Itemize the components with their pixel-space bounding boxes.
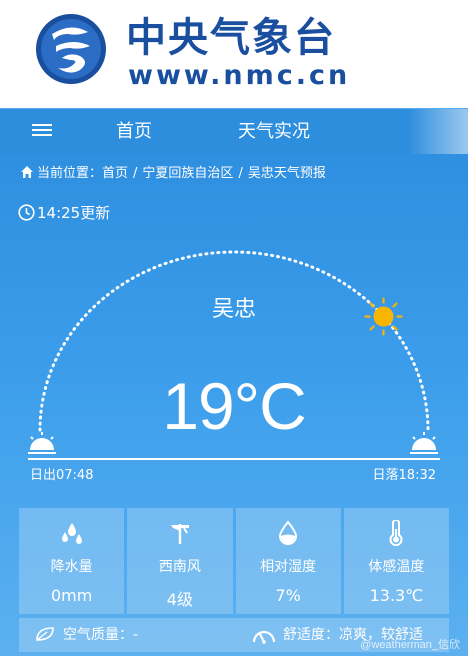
breadcrumb-separator: / <box>133 166 138 181</box>
weather-detail-cards: 降水量 0mm 西南风 4级 相对湿度 7% 体感温度 13.3℃ <box>19 508 449 614</box>
site-header: 中央气象台 www.nmc.cn <box>0 0 468 108</box>
nav-weather-live[interactable]: 天气实况 <box>238 109 310 155</box>
air-quality-text: 空气质量：- <box>63 627 139 643</box>
sunrise-time: 日出07:48 <box>30 468 94 483</box>
current-temperature: 19°C <box>162 369 306 443</box>
update-time: 14:25更新 <box>18 202 110 224</box>
weather-panel: 当前位置：首页 / 宁夏回族自治区 / 吴忠天气预报 14:25更新 吴忠 19°C 日… <box>0 154 468 656</box>
wind-vane-icon <box>170 524 189 544</box>
breadcrumb-separator: / <box>238 166 243 181</box>
update-time-text: 14:25更新 <box>37 204 111 222</box>
sunset-time: 日落18:32 <box>372 468 436 483</box>
feels-like-label: 体感温度 <box>368 559 425 575</box>
precipitation-card: 降水量 0mm <box>19 508 125 614</box>
leaf-icon <box>36 627 54 641</box>
humidity-label: 相对湿度 <box>260 559 317 575</box>
clock-icon <box>18 204 35 221</box>
breadcrumb-prefix: 当前位置： <box>37 166 103 181</box>
top-nav: 首页 天气实况 <box>0 108 468 155</box>
breadcrumb-home[interactable]: 首页 <box>102 166 128 181</box>
humidity-card: 相对湿度 7% <box>235 508 341 614</box>
precipitation-label: 降水量 <box>50 559 93 575</box>
breadcrumb-current: 吴忠天气预报 <box>247 166 326 181</box>
humidity-drop-icon <box>279 520 298 545</box>
air-quality: 空气质量：- <box>35 618 138 652</box>
city-name: 吴忠 <box>211 297 256 322</box>
gauge-icon <box>252 630 276 644</box>
home-icon <box>21 166 33 178</box>
nav-home[interactable]: 首页 <box>116 109 152 155</box>
feels-like-value: 13.3℃ <box>369 586 424 605</box>
nav-overflow-fade <box>408 109 468 155</box>
rain-drops-icon <box>61 523 82 544</box>
menu-icon[interactable] <box>32 121 52 143</box>
site-name: 中央气象台 <box>126 15 336 61</box>
breadcrumb: 当前位置：首页 / 宁夏回族自治区 / 吴忠天气预报 <box>20 164 326 184</box>
wind-card: 西南风 4级 <box>127 508 233 614</box>
wind-label: 西南风 <box>158 559 201 575</box>
site-url: www.nmc.cn <box>128 60 351 91</box>
wind-value: 4级 <box>166 590 193 609</box>
precipitation-value: 0mm <box>50 586 93 605</box>
breadcrumb-province[interactable]: 宁夏回族自治区 <box>142 166 233 181</box>
watermark: @weatherman_信欣 <box>360 639 460 651</box>
feels-like-card: 体感温度 13.3℃ <box>343 508 449 614</box>
nmc-logo-icon[interactable] <box>34 12 108 86</box>
thermometer-icon <box>389 520 403 546</box>
humidity-value: 7% <box>275 586 301 605</box>
